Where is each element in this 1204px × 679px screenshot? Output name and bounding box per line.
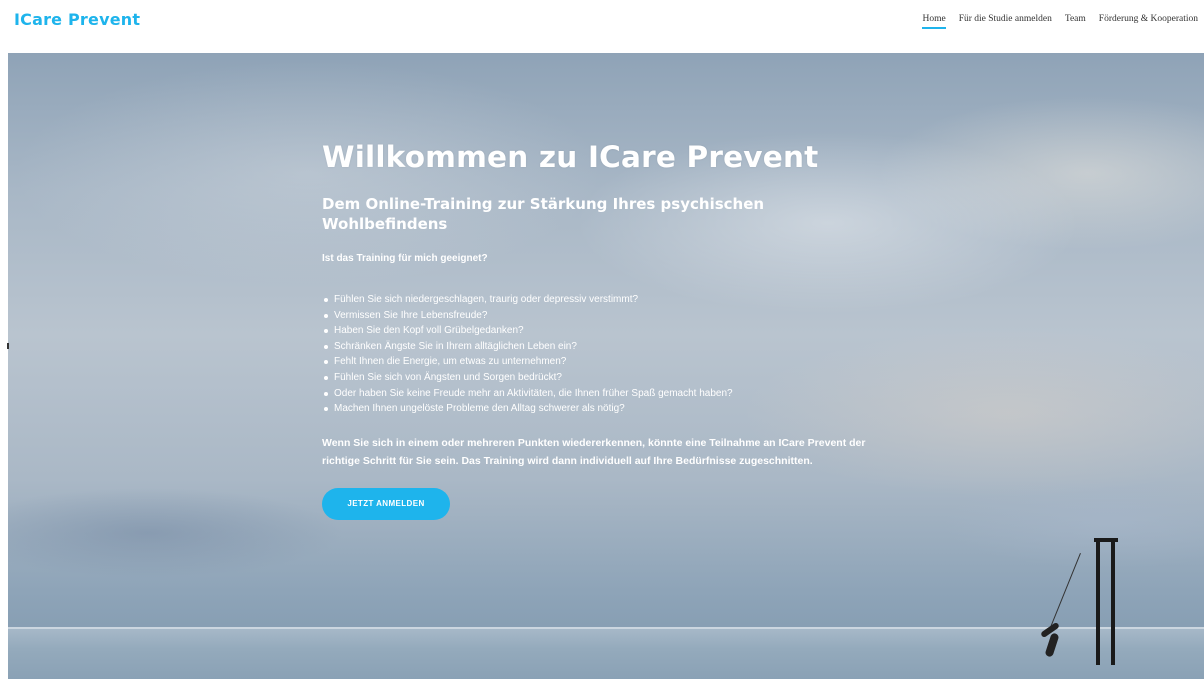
list-item: Machen Ihnen ungelöste Probleme den Allt… bbox=[322, 401, 922, 417]
nav-item-register[interactable]: Für die Studie anmelden bbox=[959, 14, 1052, 24]
hero-subtitle: Dem Online-Training zur Stärkung Ihres p… bbox=[322, 195, 765, 233]
site-header: ICare Prevent Home Für die Studie anmeld… bbox=[0, 0, 1204, 52]
list-item: Fühlen Sie sich von Ängsten und Sorgen b… bbox=[322, 370, 922, 386]
swing-rope bbox=[1049, 553, 1081, 630]
suitability-question: Ist das Training für mich geeignet? bbox=[322, 253, 488, 264]
hero-title: Willkommen zu ICare Prevent bbox=[322, 140, 819, 174]
list-item: Haben Sie den Kopf voll Grübelgedanken? bbox=[322, 323, 922, 339]
nav-item-funding[interactable]: Förderung & Kooperation bbox=[1099, 14, 1198, 24]
hero-content: Willkommen zu ICare Prevent Dem Online-T… bbox=[322, 138, 922, 520]
hero-paragraph: Wenn Sie sich in einem oder mehreren Pun… bbox=[322, 436, 866, 467]
list-item: Fehlt Ihnen die Energie, um etwas zu unt… bbox=[322, 354, 922, 370]
main-nav: Home Für die Studie anmelden Team Förder… bbox=[909, 14, 1204, 29]
list-item: Vermissen Sie Ihre Lebensfreude? bbox=[322, 308, 922, 324]
list-item: Schränken Ängste Sie in Ihrem alltäglich… bbox=[322, 339, 922, 355]
site-logo[interactable]: ICare Prevent bbox=[14, 10, 140, 29]
list-item: Oder haben Sie keine Freude mehr an Akti… bbox=[322, 386, 922, 402]
nav-item-home[interactable]: Home bbox=[922, 14, 946, 29]
list-item: Fühlen Sie sich niedergeschlagen, trauri… bbox=[322, 292, 922, 308]
symptom-list: Fühlen Sie sich niedergeschlagen, trauri… bbox=[322, 292, 922, 417]
nav-item-team[interactable]: Team bbox=[1065, 14, 1086, 24]
swing-post bbox=[1096, 540, 1100, 665]
sea-background bbox=[8, 629, 1204, 679]
swing-post bbox=[1111, 540, 1115, 665]
register-now-button[interactable]: JETZT ANMELDEN bbox=[322, 487, 450, 520]
edge-mark bbox=[7, 343, 9, 349]
